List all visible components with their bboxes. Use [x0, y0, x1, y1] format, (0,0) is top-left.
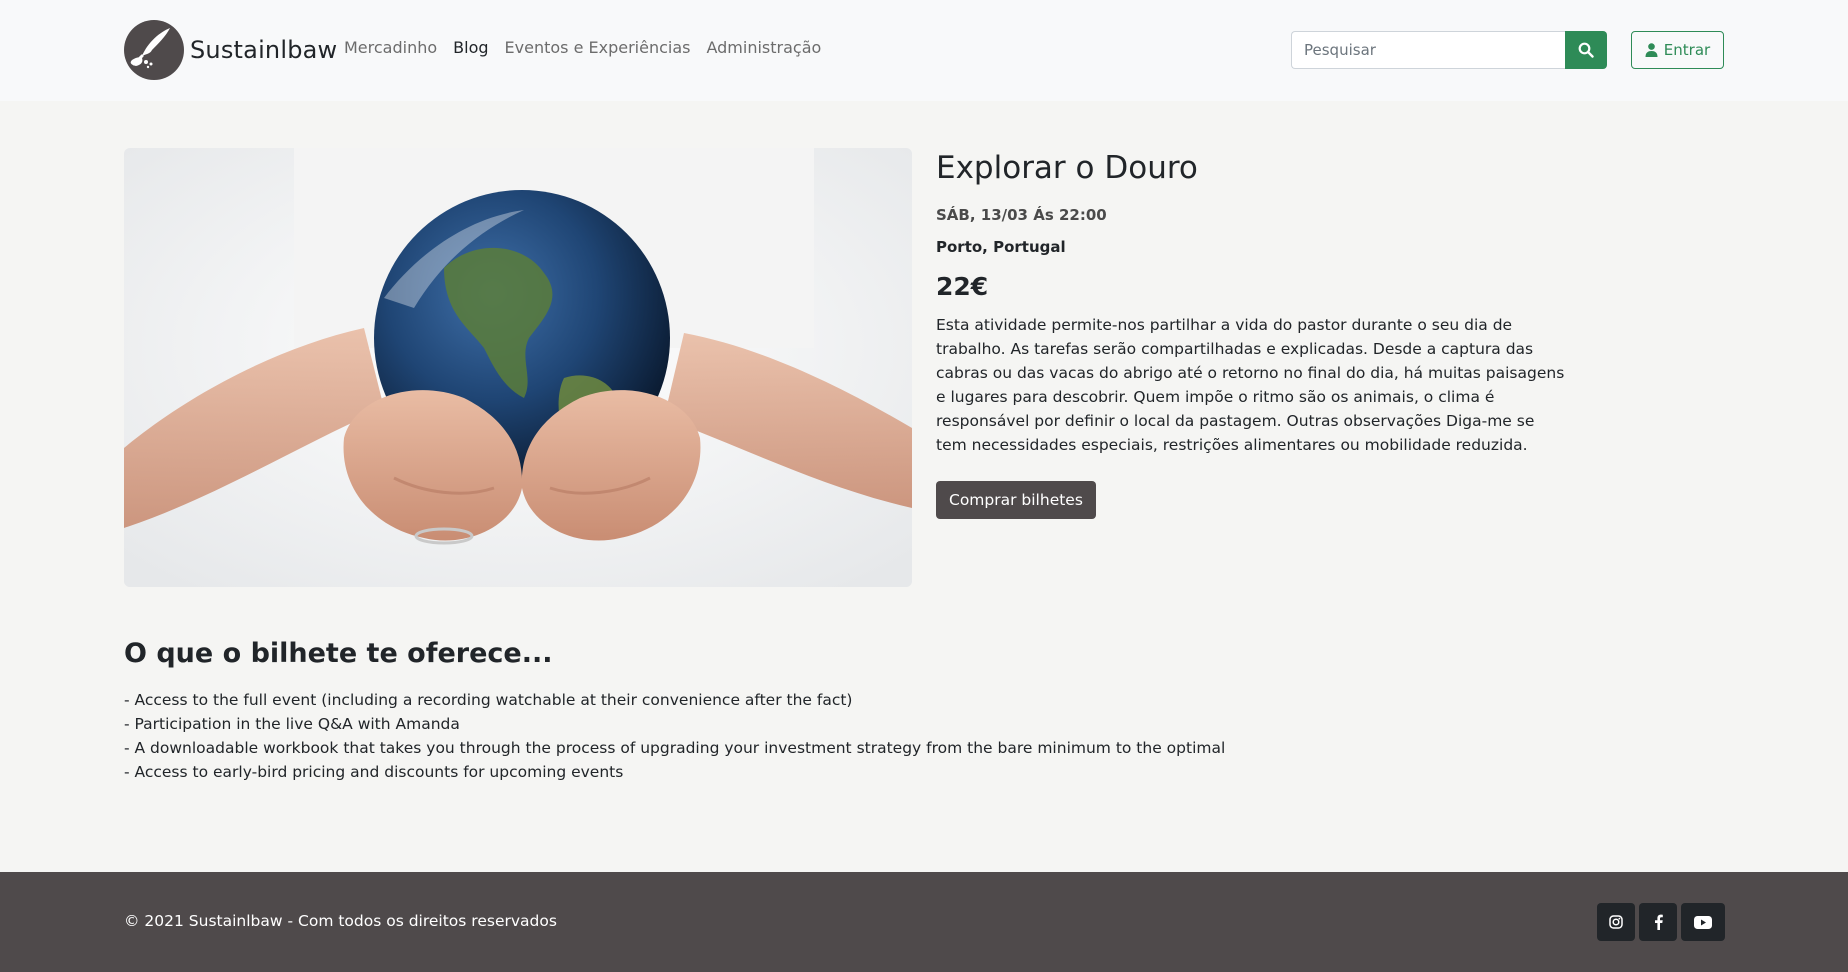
- list-item: - A downloadable workbook that takes you…: [124, 739, 1226, 757]
- instagram-button[interactable]: [1597, 903, 1635, 941]
- facebook-button[interactable]: [1639, 903, 1677, 941]
- event-info: Explorar o Douro SÁB, 13/03 Ás 22:00 Por…: [936, 148, 1576, 519]
- event-image: [124, 148, 912, 587]
- offer-list: - Access to the full event (including a …: [124, 688, 1225, 784]
- nav-item-blog[interactable]: Blog: [453, 38, 488, 57]
- copyright-text: © 2021 Sustainlbaw - Com todos os direit…: [124, 912, 557, 930]
- nav-item-administracao[interactable]: Administração: [706, 38, 821, 57]
- search-input[interactable]: [1291, 31, 1565, 69]
- leaf-logo-icon: [124, 20, 184, 80]
- event-title: Explorar o Douro: [936, 150, 1198, 186]
- list-item: - Participation in the live Q&A with Ama…: [124, 715, 460, 733]
- list-item: - Access to early-bird pricing and disco…: [124, 763, 624, 781]
- facebook-icon: [1654, 914, 1663, 930]
- user-icon: [1645, 43, 1658, 57]
- brand-name: Sustainlbaw: [190, 36, 338, 64]
- nav-item-eventos[interactable]: Eventos e Experiências: [505, 38, 691, 57]
- social-links: [1597, 903, 1725, 941]
- main-nav: Mercadinho Blog Eventos e Experiências A…: [344, 38, 837, 57]
- search-icon: [1578, 42, 1594, 58]
- event-price: 22€: [936, 272, 989, 301]
- brand-link[interactable]: Sustainlbaw: [124, 20, 337, 80]
- search-form: [1291, 31, 1607, 69]
- youtube-icon: [1694, 915, 1712, 929]
- login-label: Entrar: [1663, 41, 1711, 59]
- earth-in-hands-image: [124, 148, 912, 587]
- event-description: Esta atividade permite-nos partilhar a v…: [936, 316, 1565, 454]
- buy-tickets-button[interactable]: Comprar bilhetes: [936, 481, 1096, 519]
- login-button[interactable]: Entrar: [1631, 31, 1724, 69]
- event-date: SÁB, 13/03 Ás 22:00: [936, 206, 1107, 224]
- list-item: - Access to the full event (including a …: [124, 691, 853, 709]
- footer: © 2021 Sustainlbaw - Com todos os direit…: [0, 872, 1848, 972]
- search-button[interactable]: [1565, 31, 1607, 69]
- instagram-icon: [1609, 915, 1623, 929]
- event-location: Porto, Portugal: [936, 238, 1066, 256]
- youtube-button[interactable]: [1681, 903, 1725, 941]
- navbar: Sustainlbaw Mercadinho Blog Eventos e Ex…: [0, 0, 1848, 101]
- nav-item-mercadinho[interactable]: Mercadinho: [344, 38, 437, 57]
- offer-title: O que o bilhete te oferece...: [124, 638, 553, 669]
